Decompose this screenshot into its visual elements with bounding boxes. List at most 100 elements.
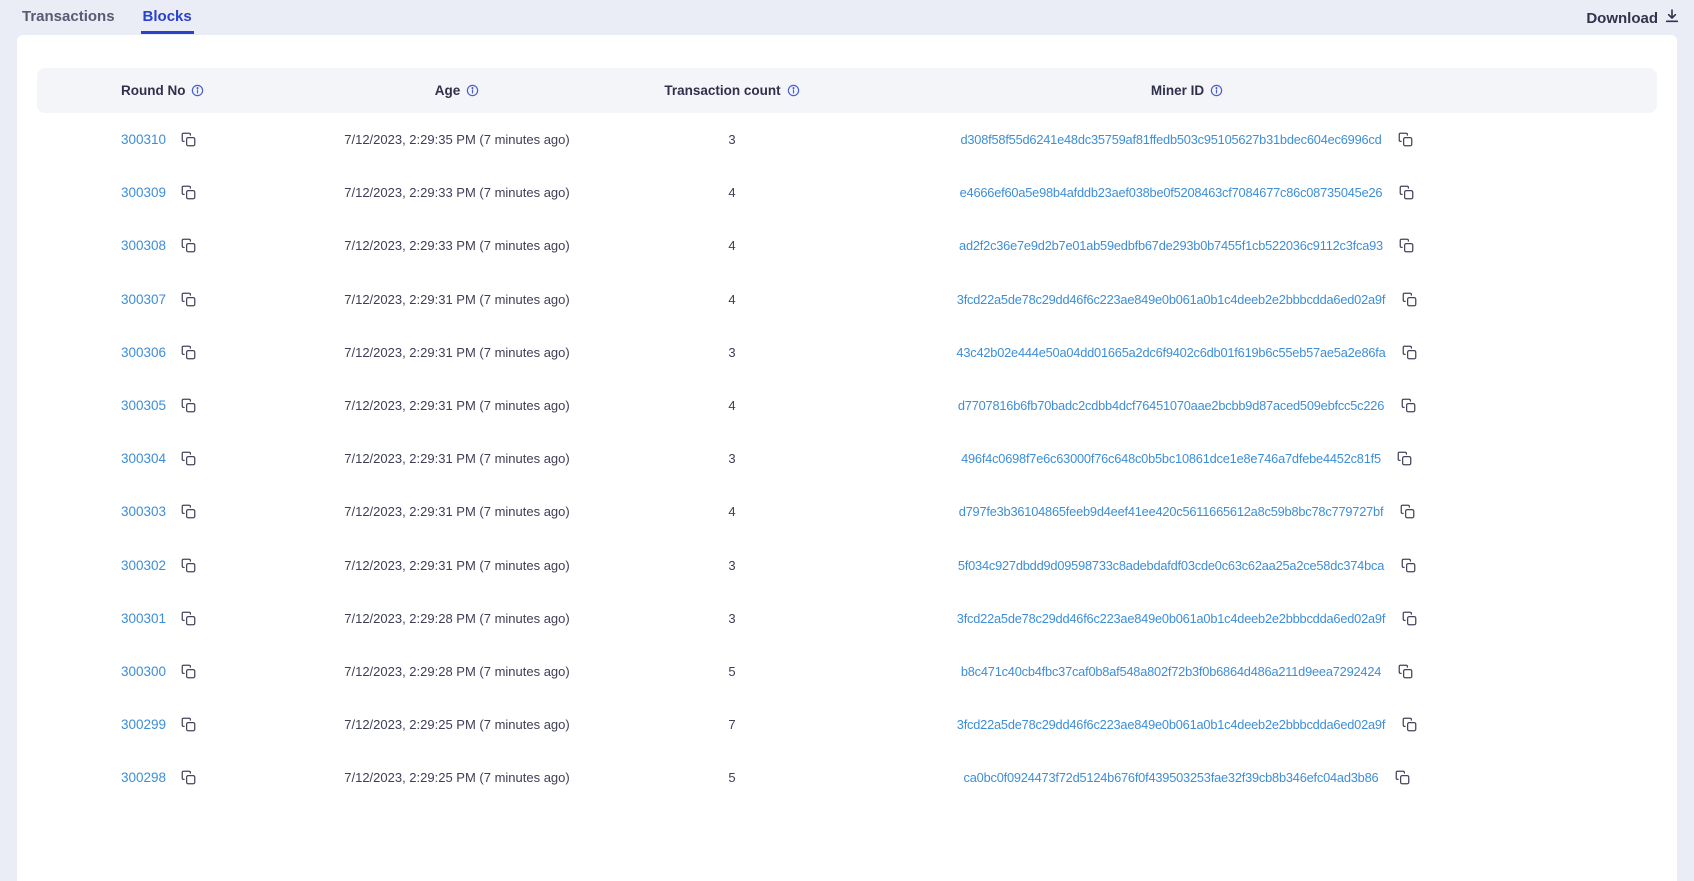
transaction-count-cell: 4: [728, 504, 736, 520]
miner-id-link[interactable]: d7707816b6fb70badc2cdbb4dcf76451070aae2b…: [958, 398, 1384, 413]
miner-id-link[interactable]: 3fcd22a5de78c29dd46f6c223ae849e0b061a0b1…: [957, 292, 1386, 307]
miner-id-link[interactable]: 3fcd22a5de78c29dd46f6c223ae849e0b061a0b1…: [957, 611, 1386, 626]
copy-icon[interactable]: [1398, 132, 1414, 148]
miner-id-link[interactable]: ca0bc0f0924473f72d5124b676f0f439503253fa…: [964, 770, 1379, 785]
round-no-link[interactable]: 300302: [121, 558, 166, 573]
download-label: Download: [1586, 9, 1658, 27]
tab-transactions[interactable]: Transactions: [20, 6, 117, 34]
copy-icon[interactable]: [1397, 663, 1413, 679]
copy-icon[interactable]: [1401, 291, 1417, 307]
miner-id-link[interactable]: d797fe3b36104865feeb9d4eef41ee420c561166…: [959, 504, 1384, 519]
table-row: 300307 7/12/2023, 2:29:31 PM (7 minutes …: [37, 273, 1657, 326]
round-no-cell: 300303: [37, 504, 307, 520]
age-cell: 7/12/2023, 2:29:31 PM (7 minutes ago): [344, 344, 570, 360]
blocks-panel: Round No Age Transaction count Miner ID …: [17, 35, 1677, 881]
miner-id-cell: b8c471c40cb4fbc37caf0b8af548a802f72b3f0b…: [857, 663, 1657, 679]
info-icon[interactable]: [1210, 84, 1223, 97]
round-no-link[interactable]: 300299: [121, 717, 166, 732]
miner-id-cell: d797fe3b36104865feeb9d4eef41ee420c561166…: [857, 504, 1657, 520]
copy-icon[interactable]: [180, 398, 196, 414]
copy-icon[interactable]: [180, 557, 196, 573]
round-no-cell: 300306: [37, 344, 307, 360]
table-row: 300306 7/12/2023, 2:29:31 PM (7 minutes …: [37, 326, 1657, 379]
column-label: Age: [434, 83, 461, 98]
miner-id-link[interactable]: 3fcd22a5de78c29dd46f6c223ae849e0b061a0b1…: [957, 717, 1386, 732]
copy-icon[interactable]: [180, 504, 196, 520]
copy-icon[interactable]: [1394, 770, 1410, 786]
round-no-link[interactable]: 300310: [121, 132, 166, 147]
miner-id-link[interactable]: 496f4c0698f7e6c63000f76c648c0b5bc10861dc…: [961, 451, 1381, 466]
round-no-link[interactable]: 300306: [121, 345, 166, 360]
top-bar: Transactions Blocks Download: [0, 0, 1694, 35]
copy-icon[interactable]: [180, 132, 196, 148]
info-icon[interactable]: [191, 84, 204, 97]
column-header-transaction-count: Transaction count: [607, 83, 857, 98]
transaction-count-cell: 3: [728, 610, 736, 626]
transaction-count-cell: 4: [728, 291, 736, 307]
round-no-cell: 300304: [37, 451, 307, 467]
table-row: 300308 7/12/2023, 2:29:33 PM (7 minutes …: [37, 219, 1657, 272]
copy-icon[interactable]: [1399, 238, 1415, 254]
age-cell: 7/12/2023, 2:29:31 PM (7 minutes ago): [344, 398, 570, 414]
copy-icon[interactable]: [1398, 185, 1414, 201]
table-row: 300298 7/12/2023, 2:29:25 PM (7 minutes …: [37, 751, 1657, 804]
copy-icon[interactable]: [180, 451, 196, 467]
transaction-count-cell: 3: [728, 451, 736, 467]
copy-icon[interactable]: [180, 344, 196, 360]
round-no-link[interactable]: 300309: [121, 185, 166, 200]
tab-blocks[interactable]: Blocks: [140, 6, 194, 34]
miner-id-link[interactable]: e4666ef60a5e98b4afddb23aef038be0f5208463…: [960, 185, 1383, 200]
info-icon[interactable]: [787, 84, 800, 97]
copy-icon[interactable]: [180, 663, 196, 679]
age-cell: 7/12/2023, 2:29:25 PM (7 minutes ago): [344, 717, 570, 733]
copy-icon[interactable]: [1397, 451, 1413, 467]
round-no-link[interactable]: 300307: [121, 292, 166, 307]
round-no-link[interactable]: 300308: [121, 238, 166, 253]
round-no-link[interactable]: 300303: [121, 504, 166, 519]
age-cell: 7/12/2023, 2:29:31 PM (7 minutes ago): [344, 557, 570, 573]
round-no-link[interactable]: 300298: [121, 770, 166, 785]
copy-icon[interactable]: [1402, 344, 1418, 360]
table-row: 300303 7/12/2023, 2:29:31 PM (7 minutes …: [37, 485, 1657, 538]
age-cell: 7/12/2023, 2:29:31 PM (7 minutes ago): [344, 504, 570, 520]
transaction-count-cell: 4: [728, 398, 736, 414]
table-row: 300309 7/12/2023, 2:29:33 PM (7 minutes …: [37, 166, 1657, 219]
copy-icon[interactable]: [1401, 610, 1417, 626]
round-no-link[interactable]: 300300: [121, 664, 166, 679]
miner-id-cell: 496f4c0698f7e6c63000f76c648c0b5bc10861dc…: [857, 451, 1657, 467]
age-cell: 7/12/2023, 2:29:25 PM (7 minutes ago): [344, 770, 570, 786]
copy-icon[interactable]: [180, 717, 196, 733]
miner-id-cell: 3fcd22a5de78c29dd46f6c223ae849e0b061a0b1…: [857, 717, 1657, 733]
age-cell: 7/12/2023, 2:29:31 PM (7 minutes ago): [344, 291, 570, 307]
round-no-link[interactable]: 300305: [121, 398, 166, 413]
round-no-cell: 300302: [37, 557, 307, 573]
copy-icon[interactable]: [180, 770, 196, 786]
age-cell: 7/12/2023, 2:29:33 PM (7 minutes ago): [344, 238, 570, 254]
miner-id-link[interactable]: ad2f2c36e7e9d2b7e01ab59edbfb67de293b0b74…: [959, 238, 1383, 253]
round-no-link[interactable]: 300301: [121, 611, 166, 626]
miner-id-link[interactable]: d308f58f55d6241e48dc35759af81ffedb503c95…: [960, 132, 1381, 147]
copy-icon[interactable]: [180, 291, 196, 307]
copy-icon[interactable]: [1399, 504, 1415, 520]
download-button[interactable]: Download: [1586, 6, 1680, 28]
copy-icon[interactable]: [1401, 717, 1417, 733]
round-no-link[interactable]: 300304: [121, 451, 166, 466]
miner-id-link[interactable]: 43c42b02e444e50a04dd01665a2dc6f9402c6db0…: [956, 345, 1385, 360]
copy-icon[interactable]: [180, 238, 196, 254]
column-header-round-no: Round No: [37, 83, 307, 98]
miner-id-link[interactable]: 5f034c927dbdd9d09598733c8adebdafdf03cde0…: [958, 558, 1384, 573]
age-cell: 7/12/2023, 2:29:28 PM (7 minutes ago): [344, 610, 570, 626]
miner-id-cell: ad2f2c36e7e9d2b7e01ab59edbfb67de293b0b74…: [857, 238, 1657, 254]
miner-id-cell: ca0bc0f0924473f72d5124b676f0f439503253fa…: [857, 770, 1657, 786]
copy-icon[interactable]: [1400, 398, 1416, 414]
miner-id-cell: e4666ef60a5e98b4afddb23aef038be0f5208463…: [857, 185, 1657, 201]
table-body: 300310 7/12/2023, 2:29:35 PM (7 minutes …: [37, 113, 1657, 804]
round-no-cell: 300307: [37, 291, 307, 307]
column-header-age: Age: [307, 83, 607, 98]
miner-id-link[interactable]: b8c471c40cb4fbc37caf0b8af548a802f72b3f0b…: [961, 664, 1382, 679]
info-icon[interactable]: [466, 84, 479, 97]
table-row: 300305 7/12/2023, 2:29:31 PM (7 minutes …: [37, 379, 1657, 432]
copy-icon[interactable]: [180, 610, 196, 626]
copy-icon[interactable]: [1400, 557, 1416, 573]
copy-icon[interactable]: [180, 185, 196, 201]
